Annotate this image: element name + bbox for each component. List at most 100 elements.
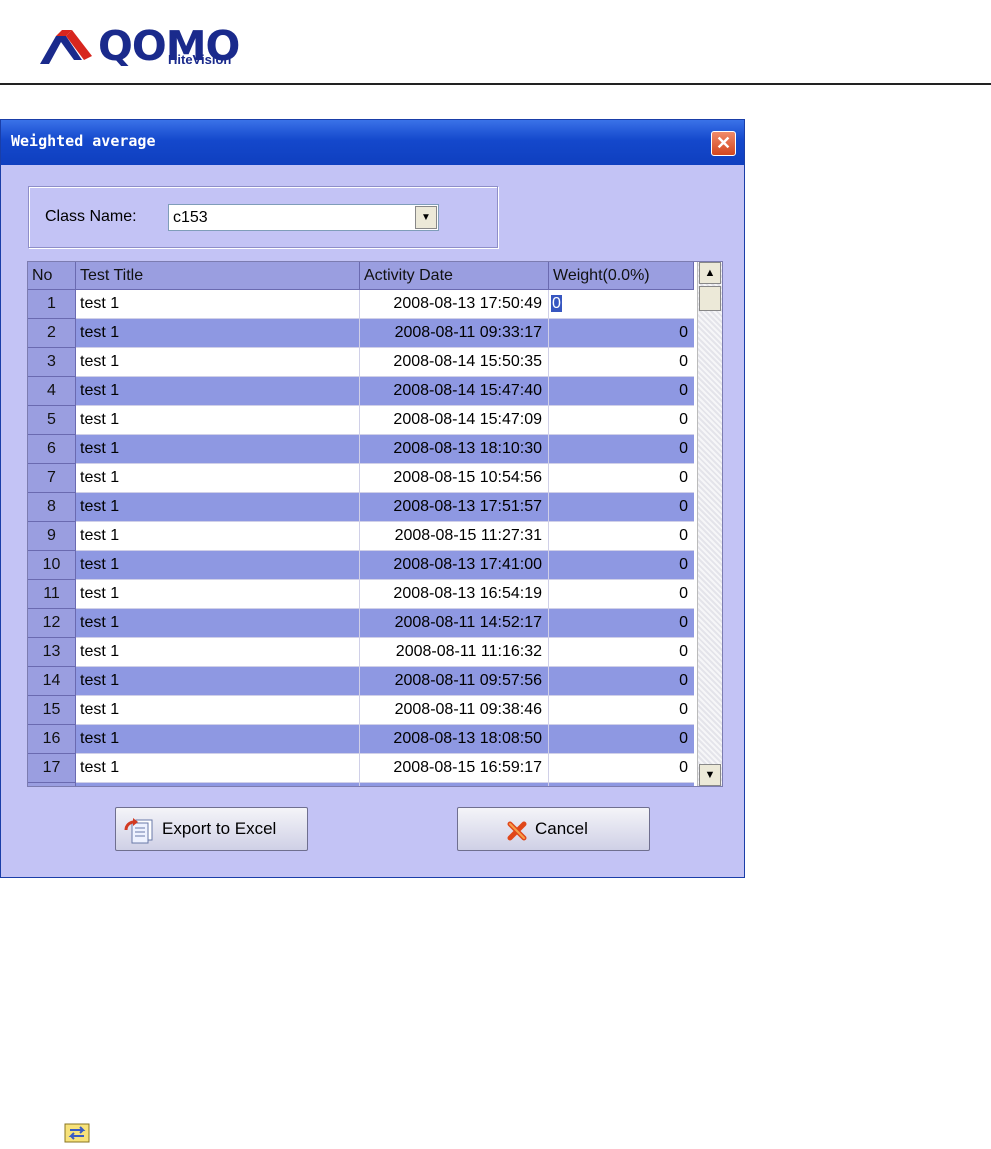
table-row[interactable]: 7 test 1 2008-08-15 10:54:56 0 — [28, 464, 697, 493]
table-row[interactable]: 16 test 1 2008-08-13 18:08:50 0 — [28, 725, 697, 754]
table-row[interactable]: 2 test 1 2008-08-11 09:33:17 0 — [28, 319, 697, 348]
weight-cell[interactable]: 0 — [549, 551, 694, 580]
test-title-cell[interactable]: test 1 — [76, 754, 360, 783]
weight-cell[interactable]: 0 — [549, 406, 694, 435]
activity-date-cell[interactable]: 2008-08-15 16:59:17 — [360, 754, 549, 783]
scroll-down-button[interactable]: ▼ — [699, 764, 721, 786]
weight-cell[interactable]: 0 — [549, 783, 694, 786]
weight-cell[interactable]: 0 — [549, 319, 694, 348]
table-row[interactable]: 10 test 1 2008-08-13 17:41:00 0 — [28, 551, 697, 580]
export-to-excel-button[interactable]: Export to Excel — [115, 807, 308, 851]
weight-cell[interactable]: 0 — [549, 290, 694, 319]
test-title-cell[interactable]: test 1 — [76, 580, 360, 609]
column-header-weight[interactable]: Weight(0.0%) — [549, 262, 694, 290]
weights-grid[interactable]: No Test Title Activity Date Weight(0.0%)… — [27, 261, 723, 787]
row-number-cell[interactable]: 17 — [28, 754, 76, 783]
activity-date-cell[interactable]: 2008-08-13 17:41:00 — [360, 551, 549, 580]
row-number-cell[interactable]: 2 — [28, 319, 76, 348]
row-number-cell[interactable]: 15 — [28, 696, 76, 725]
scroll-up-button[interactable]: ▲ — [699, 262, 721, 284]
activity-date-cell[interactable]: 2008-08-16 10:49:50 — [360, 783, 549, 786]
test-title-cell[interactable]: test 1 — [76, 609, 360, 638]
table-row[interactable]: 3 test 1 2008-08-14 15:50:35 0 — [28, 348, 697, 377]
cancel-button[interactable]: Cancel — [457, 807, 650, 851]
weight-cell[interactable]: 0 — [549, 667, 694, 696]
activity-date-cell[interactable]: 2008-08-13 18:10:30 — [360, 435, 549, 464]
activity-date-cell[interactable]: 2008-08-11 09:57:56 — [360, 667, 549, 696]
test-title-cell[interactable]: test 1 — [76, 319, 360, 348]
test-title-cell[interactable]: test 1 — [76, 667, 360, 696]
row-number-cell[interactable]: 11 — [28, 580, 76, 609]
table-row[interactable]: 13 test 1 2008-08-11 11:16:32 0 — [28, 638, 697, 667]
test-title-cell[interactable]: test 1 — [76, 522, 360, 551]
activity-date-cell[interactable]: 2008-08-11 14:52:17 — [360, 609, 549, 638]
row-number-cell[interactable]: 8 — [28, 493, 76, 522]
test-title-cell[interactable]: test 1 — [76, 464, 360, 493]
test-title-cell[interactable]: test 1 — [76, 783, 360, 786]
activity-date-cell[interactable]: 2008-08-15 11:27:31 — [360, 522, 549, 551]
return-arrows-icon[interactable] — [64, 1122, 90, 1144]
test-title-cell[interactable]: test 1 — [76, 638, 360, 667]
table-row[interactable]: 6 test 1 2008-08-13 18:10:30 0 — [28, 435, 697, 464]
weight-cell[interactable]: 0 — [549, 725, 694, 754]
vertical-scrollbar[interactable]: ▲ ▼ — [697, 262, 722, 786]
scroll-thumb[interactable] — [699, 286, 721, 311]
table-row[interactable]: 11 test 1 2008-08-13 16:54:19 0 — [28, 580, 697, 609]
activity-date-cell[interactable]: 2008-08-13 17:51:57 — [360, 493, 549, 522]
column-header-no[interactable]: No — [28, 262, 76, 290]
weight-cell[interactable]: 0 — [549, 435, 694, 464]
row-number-cell[interactable]: 6 — [28, 435, 76, 464]
row-number-cell[interactable]: 1 — [28, 290, 76, 319]
test-title-cell[interactable]: test 1 — [76, 290, 360, 319]
row-number-cell[interactable]: 16 — [28, 725, 76, 754]
row-number-cell[interactable]: 18 — [28, 783, 76, 786]
weight-cell[interactable]: 0 — [549, 493, 694, 522]
row-number-cell[interactable]: 9 — [28, 522, 76, 551]
activity-date-cell[interactable]: 2008-08-11 09:38:46 — [360, 696, 549, 725]
activity-date-cell[interactable]: 2008-08-13 16:54:19 — [360, 580, 549, 609]
weight-cell[interactable]: 0 — [549, 522, 694, 551]
weight-cell[interactable]: 0 — [549, 754, 694, 783]
activity-date-cell[interactable]: 2008-08-11 09:33:17 — [360, 319, 549, 348]
close-button[interactable]: ✕ — [711, 131, 736, 156]
activity-date-cell[interactable]: 2008-08-13 17:50:49 — [360, 290, 549, 319]
test-title-cell[interactable]: test 1 — [76, 435, 360, 464]
weight-edit-selection[interactable]: 0 — [551, 295, 562, 312]
table-row[interactable]: 17 test 1 2008-08-15 16:59:17 0 — [28, 754, 697, 783]
row-number-cell[interactable]: 10 — [28, 551, 76, 580]
table-row[interactable]: 4 test 1 2008-08-14 15:47:40 0 — [28, 377, 697, 406]
table-row[interactable]: 5 test 1 2008-08-14 15:47:09 0 — [28, 406, 697, 435]
column-header-activity-date[interactable]: Activity Date — [360, 262, 549, 290]
activity-date-cell[interactable]: 2008-08-14 15:47:40 — [360, 377, 549, 406]
combo-dropdown-button[interactable]: ▼ — [415, 206, 437, 229]
row-number-cell[interactable]: 4 — [28, 377, 76, 406]
test-title-cell[interactable]: test 1 — [76, 348, 360, 377]
activity-date-cell[interactable]: 2008-08-14 15:47:09 — [360, 406, 549, 435]
test-title-cell[interactable]: test 1 — [76, 696, 360, 725]
row-number-cell[interactable]: 5 — [28, 406, 76, 435]
weight-cell[interactable]: 0 — [549, 464, 694, 493]
dialog-titlebar[interactable]: Weighted average ✕ — [1, 120, 744, 165]
table-row[interactable]: 8 test 1 2008-08-13 17:51:57 0 — [28, 493, 697, 522]
table-row[interactable]: 9 test 1 2008-08-15 11:27:31 0 — [28, 522, 697, 551]
weight-cell[interactable]: 0 — [549, 638, 694, 667]
table-row[interactable]: 1 test 1 2008-08-13 17:50:49 0 — [28, 290, 697, 319]
row-number-cell[interactable]: 3 — [28, 348, 76, 377]
weight-cell[interactable]: 0 — [549, 696, 694, 725]
table-row[interactable]: 15 test 1 2008-08-11 09:38:46 0 — [28, 696, 697, 725]
test-title-cell[interactable]: test 1 — [76, 493, 360, 522]
test-title-cell[interactable]: test 1 — [76, 725, 360, 754]
activity-date-cell[interactable]: 2008-08-14 15:50:35 — [360, 348, 549, 377]
test-title-cell[interactable]: test 1 — [76, 406, 360, 435]
class-name-combobox[interactable]: c153 ▼ — [168, 204, 439, 231]
test-title-cell[interactable]: test 1 — [76, 551, 360, 580]
weight-cell[interactable]: 0 — [549, 609, 694, 638]
weight-cell[interactable]: 0 — [549, 580, 694, 609]
weight-cell[interactable]: 0 — [549, 348, 694, 377]
table-row[interactable]: 14 test 1 2008-08-11 09:57:56 0 — [28, 667, 697, 696]
row-number-cell[interactable]: 12 — [28, 609, 76, 638]
activity-date-cell[interactable]: 2008-08-13 18:08:50 — [360, 725, 549, 754]
activity-date-cell[interactable]: 2008-08-11 11:16:32 — [360, 638, 549, 667]
weight-cell[interactable]: 0 — [549, 377, 694, 406]
table-row[interactable]: 18test 12008-08-16 10:49:500 — [28, 783, 697, 786]
